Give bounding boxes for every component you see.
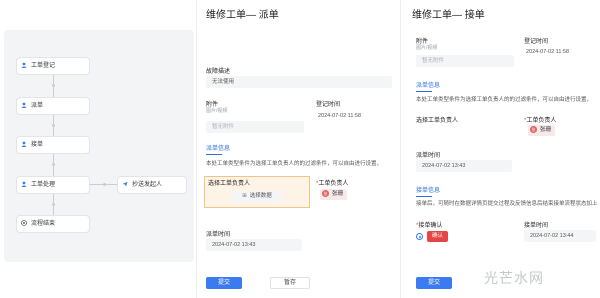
attachment-field[interactable]: 暂无附件 (206, 121, 304, 133)
flow-dot (52, 124, 55, 127)
dispatch-form-title: 维修工单— 派单 (206, 10, 279, 21)
dispatch-time-label: 派单时间 (416, 153, 441, 159)
flow-node-cc-initiator[interactable]: 抄送发起人 (117, 176, 187, 194)
accept-form-title: 维修工单— 接单 (412, 10, 485, 21)
flow-node-accept[interactable]: 接单 (16, 136, 90, 154)
flow-node-label: 工单登记 (31, 63, 56, 69)
watermark: 光芒水网 (484, 270, 544, 286)
flow-dot (103, 183, 106, 186)
accept-time-field[interactable]: 2024-07-02 13:44 (524, 230, 596, 242)
dispatch-section-desc: 本处工单类型条件为选择工单负责人的的过滤条件，可以自由进行设置， (206, 161, 383, 167)
flow-node-label: 抄送发起人 (132, 182, 163, 188)
reg-time-value: 2024-07-02 11:58 (526, 49, 570, 55)
owner-chip[interactable]: 张张珊 (320, 189, 348, 200)
flow-node-label: 派单 (31, 103, 44, 109)
flow-node-label: 工单处理 (31, 182, 56, 188)
accept-confirm-label: *接单确认 (416, 220, 442, 229)
user-icon (21, 99, 27, 108)
user-icon (21, 59, 27, 68)
select-data-button[interactable]: ⊞ 选择数据 (232, 191, 282, 202)
owner-chip[interactable]: 张张珊 (528, 125, 556, 136)
grid-icon: ⊞ (242, 193, 247, 199)
confirm-radio[interactable] (416, 233, 423, 240)
attachment-sub-label: 图片/视频 (206, 108, 228, 114)
reg-time-value: 2024-07-02 11:58 (318, 113, 362, 119)
accept-confirm-label-text: 接单确认 (418, 223, 443, 229)
select-owner-label: 选择工单负责人 (416, 118, 459, 124)
dispatch-section-title: 派单信息 (416, 80, 440, 92)
accept-time-label: 接单时间 (524, 223, 549, 229)
dispatch-section-desc: 本处工单类型条件为选择工单负责人的的过滤条件，可以自由进行设置， (416, 97, 593, 103)
accept-section-desc: 接单后，可随时在数据详情页提交过程及反馈信息后结束接单流程状态加上 (416, 201, 598, 207)
confirm-tag[interactable]: 确认 (427, 231, 449, 242)
owner-name: 张珊 (332, 191, 344, 197)
fault-desc-field[interactable]: 无法使用 (206, 76, 392, 88)
fault-desc-label: 故障描述 (206, 69, 231, 75)
flow-node-label: 流程结束 (31, 221, 56, 227)
avatar: 张 (530, 126, 537, 133)
flow-node-label: 接单 (31, 142, 44, 148)
dispatch-time-field[interactable]: 2024-07-02 13:43 (416, 160, 512, 172)
flow-node-process[interactable]: 工单处理 (16, 176, 90, 194)
owner-label-text: 工单负责人 (526, 118, 557, 124)
attachment-field[interactable]: 暂无附件 (416, 55, 514, 67)
dispatch-section-title: 派单信息 (206, 143, 230, 155)
accept-section-title: 接单信息 (416, 185, 440, 197)
flow-node-register[interactable]: 工单登记 (16, 57, 90, 75)
user-icon (21, 138, 27, 147)
submit-button[interactable]: 提交 (416, 277, 452, 289)
owner-name: 张珊 (540, 127, 552, 133)
owner-label: *工单负责人 (316, 178, 348, 187)
flow-dot (52, 163, 55, 166)
end-icon (21, 217, 27, 226)
select-data-label: 选择数据 (249, 193, 272, 199)
reg-time-label: 登记时间 (316, 102, 341, 108)
dispatch-time-field[interactable]: 2024-07-02 13:43 (206, 239, 302, 251)
dispatch-time-label: 派单时间 (206, 232, 231, 238)
avatar: 张 (322, 190, 329, 197)
submit-button[interactable]: 提交 (206, 277, 242, 289)
owner-label: *工单负责人 (524, 115, 556, 124)
flowchart-panel: 工单登记 派单 接单 工单处理 流程结束 抄送发起人 (0, 0, 196, 298)
reg-time-label: 登记时间 (524, 39, 549, 45)
attachment-sub-label: 图片/视频 (416, 45, 438, 51)
flow-node-dispatch[interactable]: 派单 (16, 97, 90, 115)
select-owner-label: 选择工单负责人 (208, 181, 251, 187)
send-icon (122, 178, 128, 187)
owner-label-text: 工单负责人 (318, 181, 349, 187)
user-icon (21, 178, 27, 187)
save-draft-button[interactable]: 暂存 (270, 277, 310, 289)
flow-dot (52, 203, 55, 206)
flow-node-end[interactable]: 流程结束 (16, 215, 90, 233)
flow-dot (52, 84, 55, 87)
